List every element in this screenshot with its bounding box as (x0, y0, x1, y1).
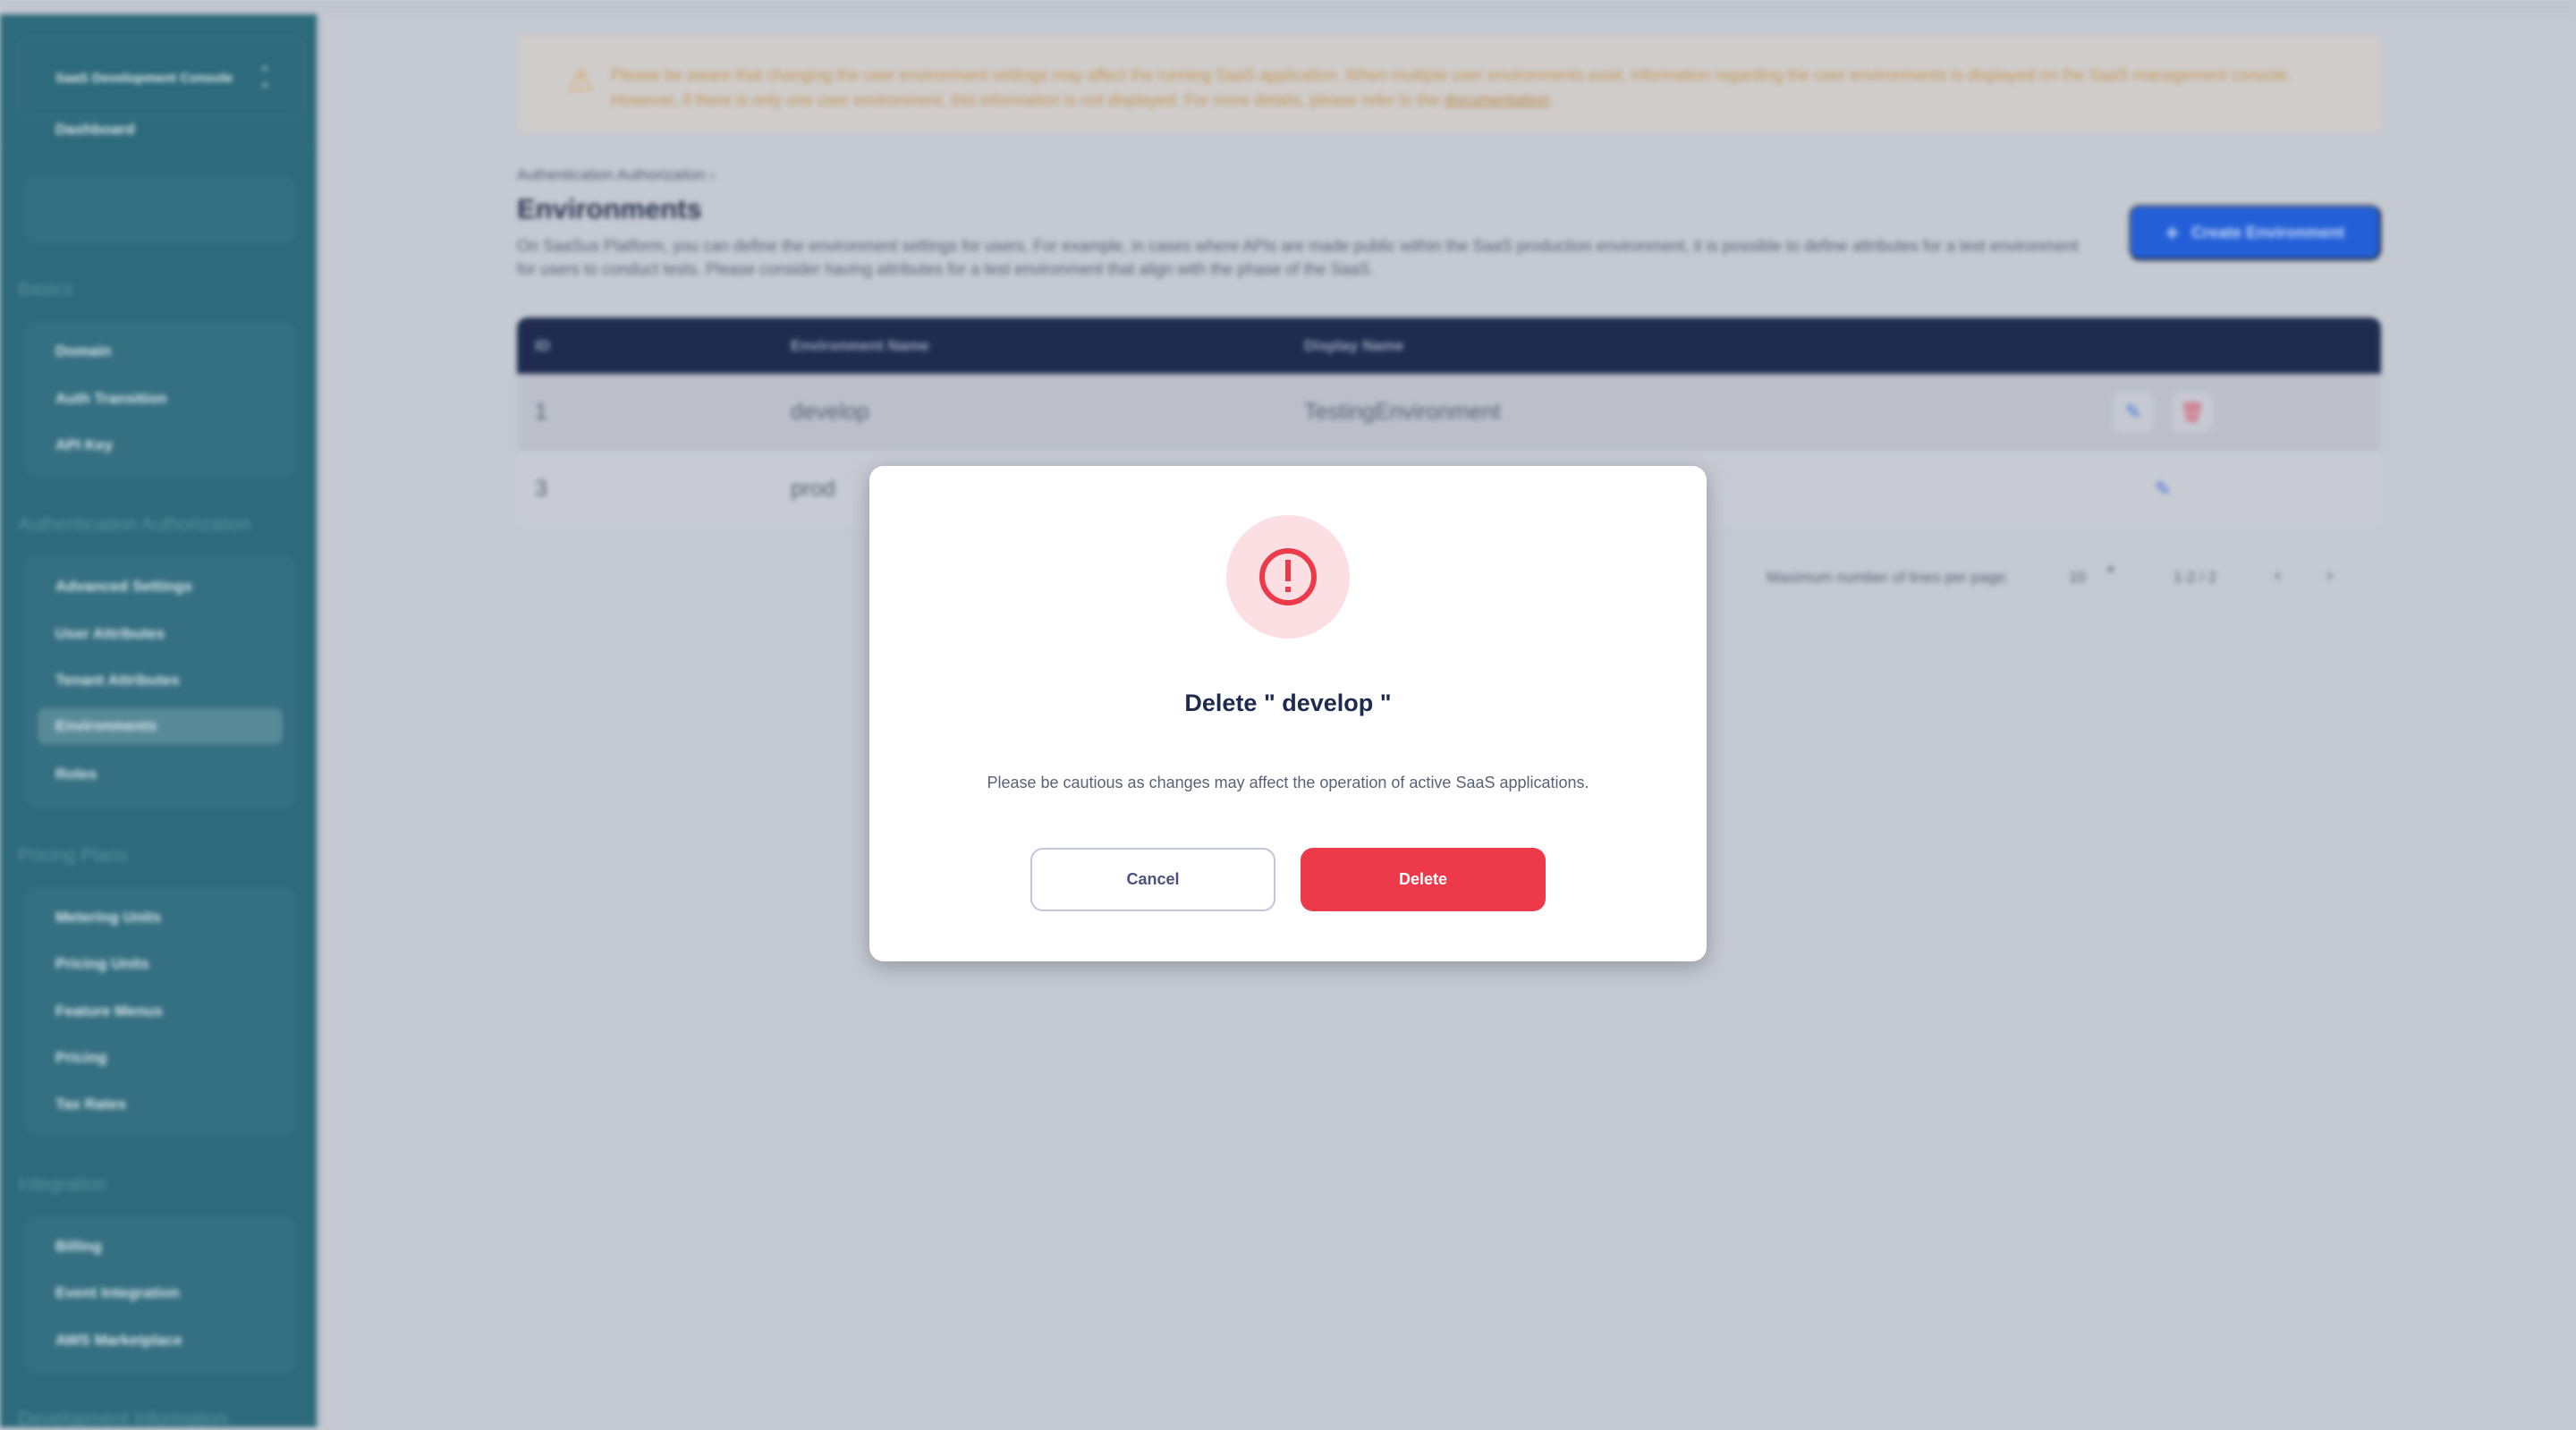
dialog-message: Please be cautious as changes may affect… (869, 774, 1707, 792)
exclamation-circle-icon (1226, 515, 1350, 639)
modal-backdrop[interactable]: Delete " develop " Please be cautious as… (0, 0, 2576, 1427)
delete-button[interactable]: Delete (1301, 848, 1546, 911)
dialog-title: Delete " develop " (869, 690, 1707, 717)
delete-confirm-dialog: Delete " develop " Please be cautious as… (869, 466, 1707, 961)
cancel-button[interactable]: Cancel (1030, 848, 1275, 911)
